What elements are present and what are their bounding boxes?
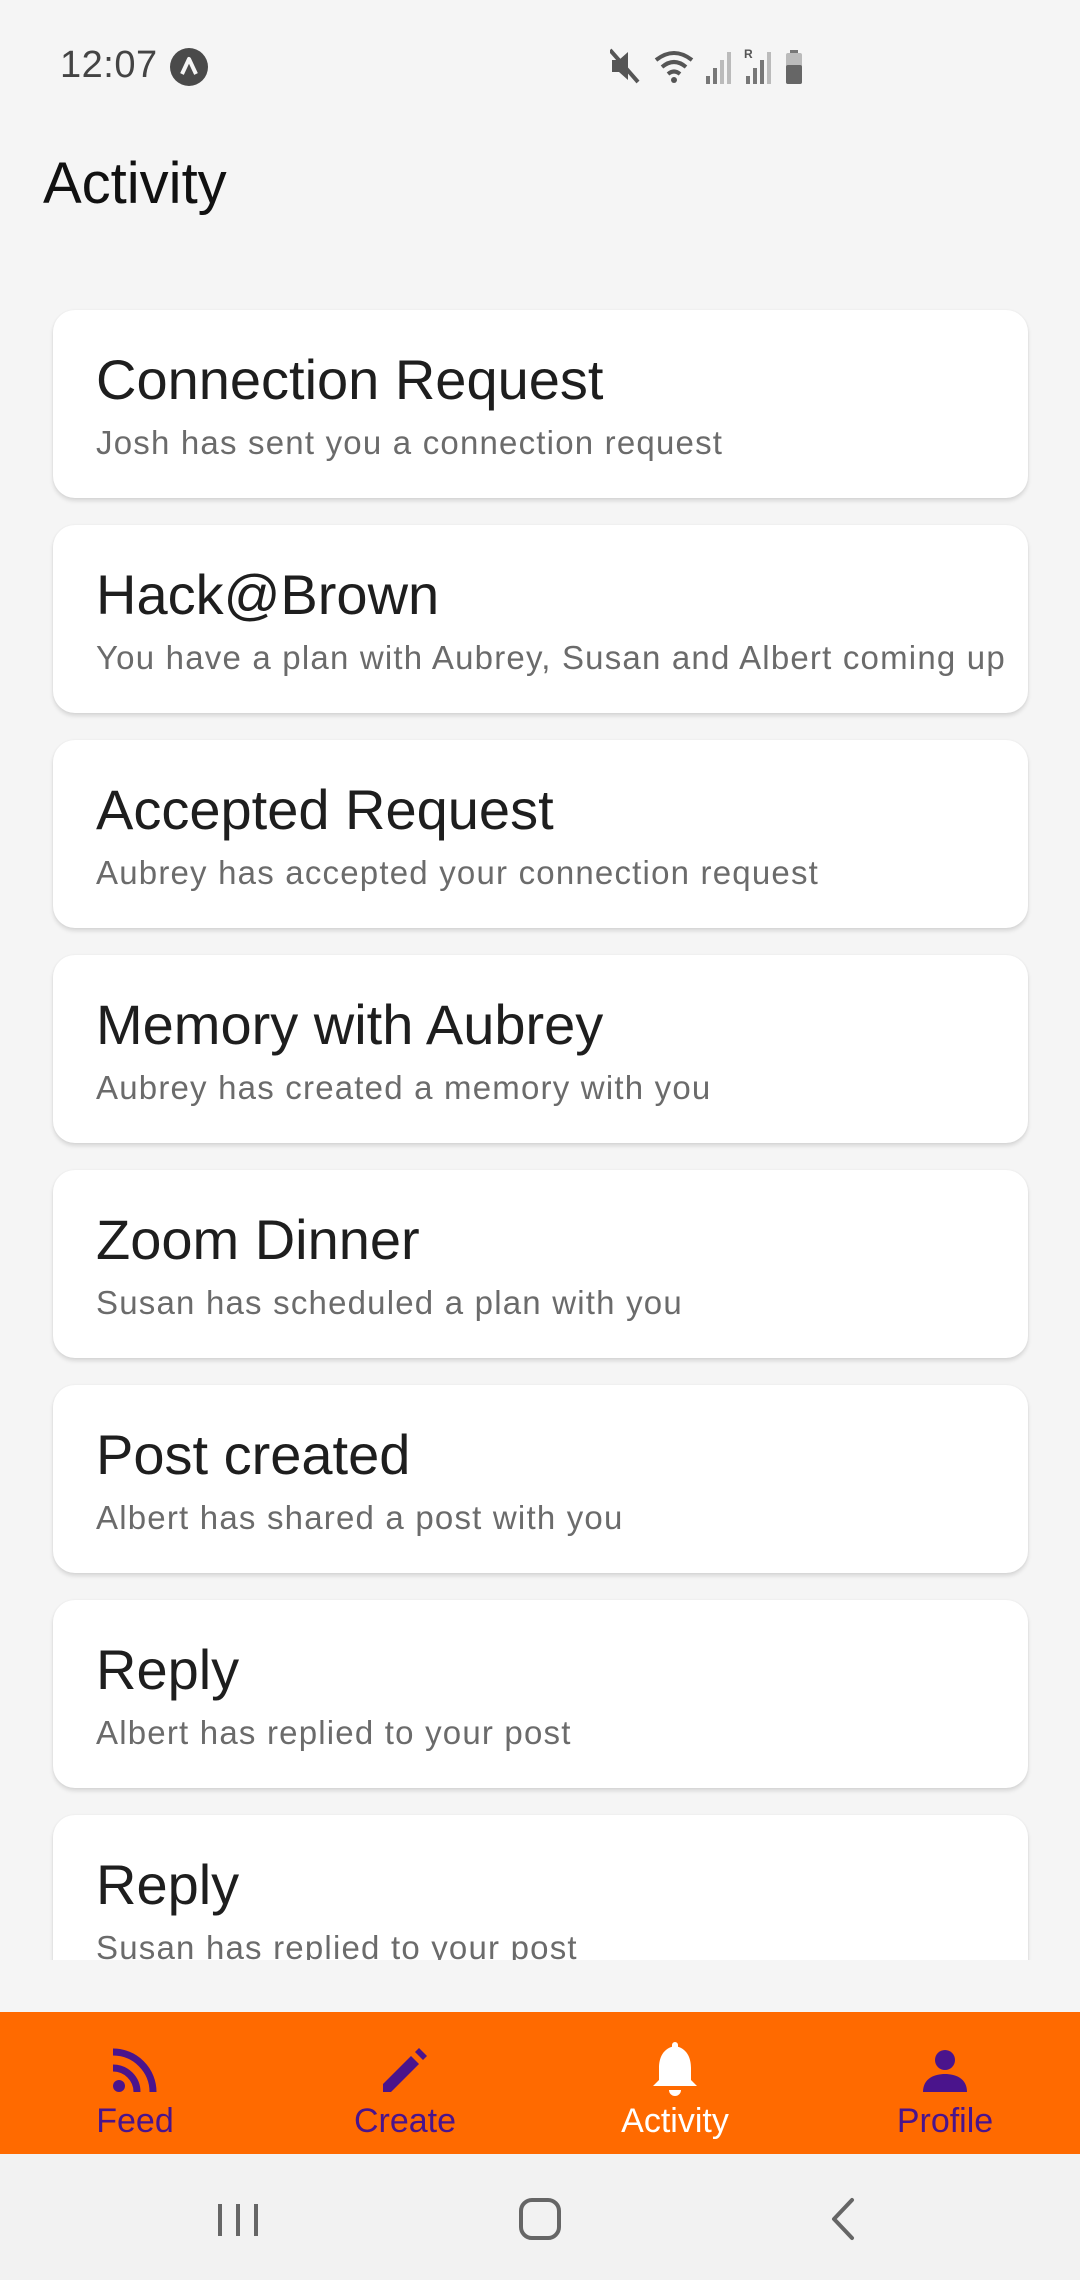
activity-card[interactable]: Reply Susan has replied to your post: [53, 1815, 1028, 1960]
recent-apps-icon[interactable]: [203, 2184, 273, 2254]
activity-list[interactable]: Connection Request Josh has sent you a c…: [0, 290, 1080, 1960]
activity-card[interactable]: Hack@Brown You have a plan with Aubrey, …: [53, 525, 1028, 713]
battery-icon: [786, 50, 802, 84]
activity-title: Post created: [96, 1423, 411, 1486]
bell-icon: [653, 2042, 697, 2096]
activity-title: Hack@Brown: [96, 563, 440, 626]
back-icon[interactable]: [808, 2184, 878, 2254]
activity-card[interactable]: Connection Request Josh has sent you a c…: [53, 310, 1028, 498]
activity-subtitle: Josh has sent you a connection request: [96, 424, 724, 461]
activity-subtitle: Albert has replied to your post: [96, 1714, 572, 1751]
activity-title: Zoom Dinner: [96, 1208, 420, 1271]
status-bar: 12:07 R: [0, 0, 1080, 132]
nav-label-feed: Feed: [96, 2102, 174, 2140]
activity-subtitle: Albert has shared a post with you: [96, 1499, 624, 1536]
wifi-icon: [654, 51, 694, 83]
nav-label-activity: Activity: [621, 2102, 729, 2140]
status-time: 12:07: [60, 44, 158, 86]
home-icon[interactable]: [505, 2184, 575, 2254]
activity-subtitle: You have a plan with Aubrey, Susan and A…: [96, 639, 1006, 676]
activity-subtitle: Susan has scheduled a plan with you: [96, 1284, 683, 1321]
activity-title: Reply: [96, 1638, 240, 1701]
nav-item-feed[interactable]: Feed: [0, 2012, 270, 2154]
nav-item-profile[interactable]: Profile: [810, 2012, 1080, 2154]
activity-title: Accepted Request: [96, 778, 554, 841]
activity-card[interactable]: Post created Albert has shared a post wi…: [53, 1385, 1028, 1573]
nav-label-profile: Profile: [896, 2102, 994, 2140]
status-icons: R: [610, 47, 802, 84]
mute-icon: [610, 48, 640, 84]
activity-card[interactable]: Reply Albert has replied to your post: [53, 1600, 1028, 1788]
activity-subtitle: Aubrey has created a memory with you: [96, 1069, 712, 1106]
activity-subtitle: Susan has replied to your post: [96, 1929, 578, 1960]
signal-icon: [706, 52, 731, 84]
activity-title: Reply: [96, 1853, 240, 1916]
bottom-navigation: Feed Create Activity Profile: [0, 2012, 1080, 2154]
nav-label-create: Create: [353, 2102, 457, 2140]
activity-card[interactable]: Accepted Request Aubrey has accepted you…: [53, 740, 1028, 928]
system-navigation-bar: [0, 2154, 1080, 2280]
nav-item-create[interactable]: Create: [270, 2012, 540, 2154]
activity-subtitle: Aubrey has accepted your connection requ…: [96, 854, 820, 891]
rss-feed-icon: [112, 2048, 157, 2093]
person-icon: [923, 2050, 967, 2092]
activity-title: Memory with Aubrey: [96, 993, 604, 1056]
pencil-icon: [383, 2048, 427, 2092]
page-title: Activity: [43, 151, 227, 216]
signal-roaming-icon: R: [744, 47, 771, 84]
svg-text:R: R: [744, 47, 753, 61]
activity-title: Connection Request: [96, 348, 604, 411]
app-notification-icon: [170, 48, 208, 86]
nav-item-activity[interactable]: Activity: [540, 2012, 810, 2154]
activity-card[interactable]: Zoom Dinner Susan has scheduled a plan w…: [53, 1170, 1028, 1358]
activity-screen: 12:07 R Activity Connection Request Josh…: [0, 0, 1080, 2280]
activity-card[interactable]: Memory with Aubrey Aubrey has created a …: [53, 955, 1028, 1143]
